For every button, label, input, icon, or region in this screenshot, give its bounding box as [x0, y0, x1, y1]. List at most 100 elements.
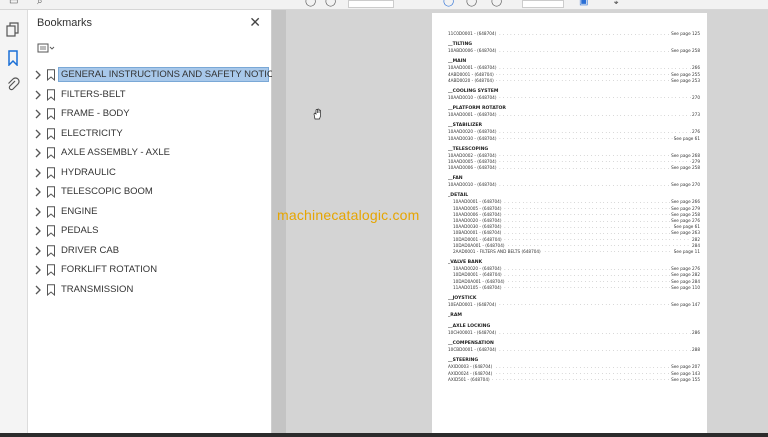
- toc-line[interactable]: . . . . . . . . . . . . . . . . . . . . …: [448, 77, 700, 84]
- bookmark-icon: [47, 69, 55, 81]
- watermark: machinecatalogic.com: [277, 207, 420, 223]
- home-icon[interactable]: ▭: [9, 0, 19, 7]
- chevron-right-icon[interactable]: [34, 207, 42, 217]
- toc-page-ref: 288: [691, 347, 700, 354]
- bookmark-label: PEDALS: [61, 225, 99, 236]
- toc-code: 10AAD0010 - (648704): [448, 94, 498, 102]
- toc-line[interactable]: . . . . . . . . . . . . . . . . . . . . …: [448, 31, 700, 38]
- bookmark-item[interactable]: FRAME - BODY: [28, 105, 271, 125]
- chevron-right-icon[interactable]: [34, 90, 42, 100]
- toc-code: 10AAD0030 - (648704): [448, 135, 498, 142]
- toc-line[interactable]: . . . . . . . . . . . . . . . . . . . . …: [448, 284, 700, 291]
- bookmark-item[interactable]: PEDALS: [28, 222, 271, 242]
- close-icon[interactable]: ✕: [249, 14, 261, 31]
- toc-page-ref: See page 110: [670, 284, 700, 291]
- page-thumbnails-icon[interactable]: [6, 22, 20, 38]
- next-page-icon[interactable]: ◯: [325, 0, 336, 7]
- chevron-right-icon[interactable]: [34, 246, 42, 256]
- toc-page-ref: See page 155: [670, 376, 700, 383]
- bookmark-label: ENGINE: [61, 205, 98, 217]
- toc-code: 10EAD0001 - (648704): [448, 301, 498, 309]
- toc-code: 10CBD0001 - (648704): [448, 347, 498, 354]
- toc-line[interactable]: . . . . . . . . . . . . . . . . . . . . …: [448, 347, 700, 354]
- page-number-field[interactable]: [348, 0, 394, 8]
- toc-line[interactable]: . . . . . . . . . . . . . . . . . . . . …: [448, 94, 700, 102]
- chevron-right-icon[interactable]: [34, 226, 42, 236]
- toc-line[interactable]: . . . . . . . . . . . . . . . . . . . . …: [448, 376, 700, 383]
- toc-page-ref: See page 258: [670, 48, 700, 55]
- bookmark-item[interactable]: FILTERS-BELT: [28, 86, 271, 106]
- bookmark-icon: [47, 127, 55, 140]
- section-heading: _RAM: [448, 313, 462, 319]
- toc-code: 10AAD0006 - (648704): [448, 165, 498, 172]
- select-tool-icon[interactable]: ◯: [443, 0, 454, 7]
- bookmark-label: ELECTRICITY: [61, 127, 123, 139]
- document-view[interactable]: . . . . . . . . . . . . . . . . . . . . …: [272, 10, 768, 437]
- bookmark-item[interactable]: TELESCOPIC BOOM: [28, 183, 271, 203]
- bookmark-icon: [47, 108, 55, 120]
- bookmarks-icon[interactable]: [6, 50, 20, 66]
- toc-page-ref: 270: [691, 94, 700, 102]
- bookmark-icon: [47, 166, 55, 179]
- search-icon[interactable]: ⌕: [37, 0, 47, 7]
- toc-code: 11C0D0001 - (648704): [448, 31, 498, 38]
- scroll-mode-icon[interactable]: ⇣: [612, 0, 622, 7]
- chevron-right-icon[interactable]: [34, 187, 42, 197]
- toc-page-ref: See page 147: [670, 301, 700, 309]
- bookmark-label: FRAME - BODY: [61, 108, 130, 119]
- chevron-right-icon[interactable]: [34, 148, 42, 158]
- attachments-icon[interactable]: [6, 77, 20, 93]
- bookmark-item[interactable]: TRANSMISSION: [28, 281, 271, 301]
- bookmark-item[interactable]: HYDRAULIC: [28, 164, 271, 184]
- prev-page-icon[interactable]: ◯: [305, 0, 316, 7]
- bookmark-item[interactable]: ELECTRICITY: [28, 125, 271, 145]
- toc-line[interactable]: . . . . . . . . . . . . . . . . . . . . …: [448, 48, 700, 55]
- hand-tool-icon[interactable]: ◯: [466, 0, 477, 7]
- bookmark-options-icon[interactable]: [36, 41, 56, 56]
- chevron-right-icon[interactable]: [34, 168, 42, 178]
- bookmark-icon: [47, 225, 55, 237]
- zoom-out-icon[interactable]: ◯: [491, 0, 502, 7]
- toc-code: 10AAD0001 - (648704): [448, 112, 498, 119]
- toolbar: ▭ ⌕ ◯ ◯ ◯ ◯ ◯ ▣ ⇣: [0, 0, 768, 10]
- fit-page-icon[interactable]: ▣: [579, 0, 589, 7]
- bookmark-icon: [47, 264, 55, 276]
- bookmark-label: GENERAL INSTRUCTIONS AND SAFETY NOTICE: [58, 67, 280, 82]
- toc-code: 10ABD0006 - (648704): [448, 48, 498, 55]
- bookmark-item[interactable]: FORKLIFT ROTATION: [28, 261, 271, 281]
- bookmark-item[interactable]: ENGINE: [28, 203, 271, 223]
- bookmark-label: FORKLIFT ROTATION: [61, 264, 158, 275]
- bookmark-label: HYDRAULIC: [61, 166, 116, 178]
- bookmark-item[interactable]: AXLE ASSEMBLY - AXLE: [28, 144, 271, 164]
- chevron-right-icon[interactable]: [34, 129, 42, 139]
- toc-page-ref: See page 61: [672, 135, 700, 142]
- toc-code: AXID501 - (648704): [448, 376, 491, 383]
- toc-line[interactable]: . . . . . . . . . . . . . . . . . . . . …: [448, 182, 700, 189]
- toc-line[interactable]: . . . . . . . . . . . . . . . . . . . . …: [448, 248, 700, 256]
- bookmark-list: GENERAL INSTRUCTIONS AND SAFETY NOTICE FI…: [28, 66, 280, 301]
- toc-code: 10CH00001 - (648704): [448, 330, 498, 337]
- bookmark-item[interactable]: GENERAL INSTRUCTIONS AND SAFETY NOTICE: [28, 66, 280, 86]
- bookmark-icon: [47, 244, 55, 257]
- toc-line[interactable]: . . . . . . . . . . . . . . . . . . . . …: [448, 330, 700, 337]
- toc-line[interactable]: . . . . . . . . . . . . . . . . . . . . …: [448, 112, 700, 119]
- toc-code: 4ABD0020 - (648704): [448, 77, 495, 84]
- zoom-field[interactable]: [522, 0, 564, 8]
- chevron-right-icon[interactable]: [34, 265, 42, 275]
- chevron-right-icon[interactable]: [34, 109, 42, 119]
- bookmarks-panel: Bookmarks ✕ GENERAL INSTRUCTIONS AND SAF…: [28, 10, 280, 437]
- bookmark-icon: [47, 186, 55, 198]
- chevron-right-icon[interactable]: [34, 70, 42, 80]
- chevron-right-icon[interactable]: [34, 285, 42, 295]
- toc-page-ref: See page 270: [670, 182, 700, 189]
- toc-line[interactable]: . . . . . . . . . . . . . . . . . . . . …: [448, 301, 700, 309]
- toc-code: 11AAD0105 - (648704): [453, 284, 503, 291]
- page-content: . . . . . . . . . . . . . . . . . . . . …: [448, 31, 700, 383]
- toc-line[interactable]: . . . . . . . . . . . . . . . . . . . . …: [448, 165, 700, 172]
- bookmark-label: AXLE ASSEMBLY - AXLE: [61, 147, 170, 158]
- toc-line[interactable]: . . . . . . . . . . . . . . . . . . . . …: [448, 135, 700, 142]
- toc-code: 10AAD0010 - (648704): [448, 182, 498, 189]
- bookmark-item[interactable]: DRIVER CAB: [28, 242, 271, 262]
- bookmark-label: DRIVER CAB: [61, 244, 120, 256]
- toc-page-ref: See page 125: [670, 31, 700, 38]
